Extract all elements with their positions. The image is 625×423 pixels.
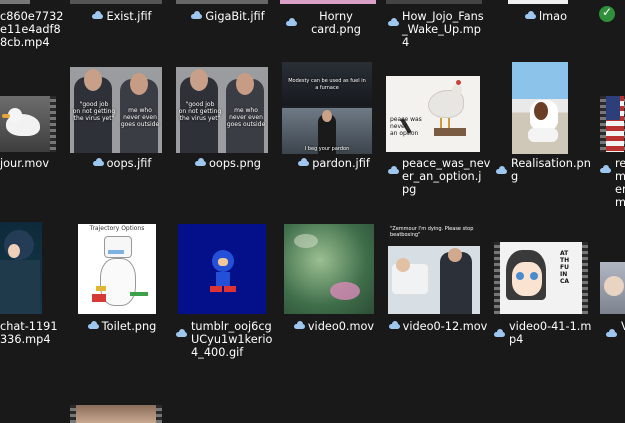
file-thumbnail: "good job on not getting the virus yet" … [70,67,162,153]
file-name: oops.png [209,157,261,170]
cloud-icon [606,329,617,337]
cloud-icon [293,321,305,329]
cloud-icon [92,11,104,19]
file-thumbnail [386,0,482,4]
cloud-icon [92,158,104,166]
video-thumbnail [0,222,42,314]
file-thumbnail [508,0,568,4]
meme-caption: "Zemmour I'm dying. Please stop beatboxi… [390,226,474,238]
video-thumbnail: "Zemmour I'm dying. Please stop beatboxi… [388,224,480,314]
video-thumbnail: AT TH FU IN CA [494,242,588,314]
cloud-icon [388,18,399,26]
file-name: pardon.jfif [312,157,370,170]
file-name: tumblr_ooj6cg UCyu1w1kerio 4_400.gif [191,320,273,359]
cloud-icon [494,329,505,337]
cloud-icon [600,165,611,173]
file-name: oops.jfif [106,157,152,170]
file-name: re m er m [615,157,625,209]
file-thumbnail: peace was never an option [386,76,480,152]
duck-image [0,96,50,152]
file-name: V [621,320,625,333]
file-name: Horny card.png [311,10,361,36]
file-name: Toilet.png [101,320,157,333]
file-thumbnail [0,0,30,4]
manga-text: AT TH FU IN CA [560,250,570,285]
meme-caption: I beg your pardon [304,146,350,152]
file-thumbnail [280,0,376,4]
meme-caption: me who never even goes outside [226,107,266,128]
video-thumbnail [284,224,374,314]
video-thumbnail [600,262,625,314]
cloud-icon [87,321,99,329]
meme-caption: "good job on not getting the virus yet" [178,101,222,122]
cloud-icon [388,166,399,174]
file-name: Exist.jfif [106,10,152,23]
file-name: video0.mov [307,320,375,333]
cloud-icon [388,321,400,329]
file-name: video0-41-1.m p4 [509,320,592,346]
cloud-icon [191,11,203,19]
cloud-icon [195,158,206,166]
file-name: GigaBit.jfif [205,10,265,23]
meme-caption: me who never even goes outside [120,107,160,128]
file-thumbnail [70,0,162,4]
meme-caption: "good job on not getting the virus yet" [72,101,116,122]
file-thumbnail: Trajectory Options [78,224,156,314]
video-thumbnail [0,96,56,152]
file-name: How_Jojo_Fans _Wake_Up.mp 4 [402,10,484,49]
file-thumbnail: Modesty can be used as fuel in a furnace… [282,62,372,154]
file-thumbnail: "good job on not getting the virus yet" … [176,67,268,153]
cloud-icon [298,158,310,166]
cloud-icon [496,166,507,174]
file-thumbnail [176,0,268,4]
file-thumbnail [512,62,568,154]
file-thumbnail [178,224,266,314]
video-thumbnail [600,96,625,152]
cloud-icon [525,11,536,19]
file-name: lmao [539,10,567,23]
video-thumbnail [70,405,162,423]
cloud-icon [176,329,187,337]
sync-check-icon [599,5,615,22]
meme-caption: peace was never an option [390,116,422,137]
file-name: peace_was_nev er_an_option.j pg [402,157,491,196]
diagram-title: Trajectory Options [89,225,145,232]
file-name: video0-12.mov [402,320,488,333]
meme-caption: Modesty can be used as fuel in a furnace [288,78,366,91]
